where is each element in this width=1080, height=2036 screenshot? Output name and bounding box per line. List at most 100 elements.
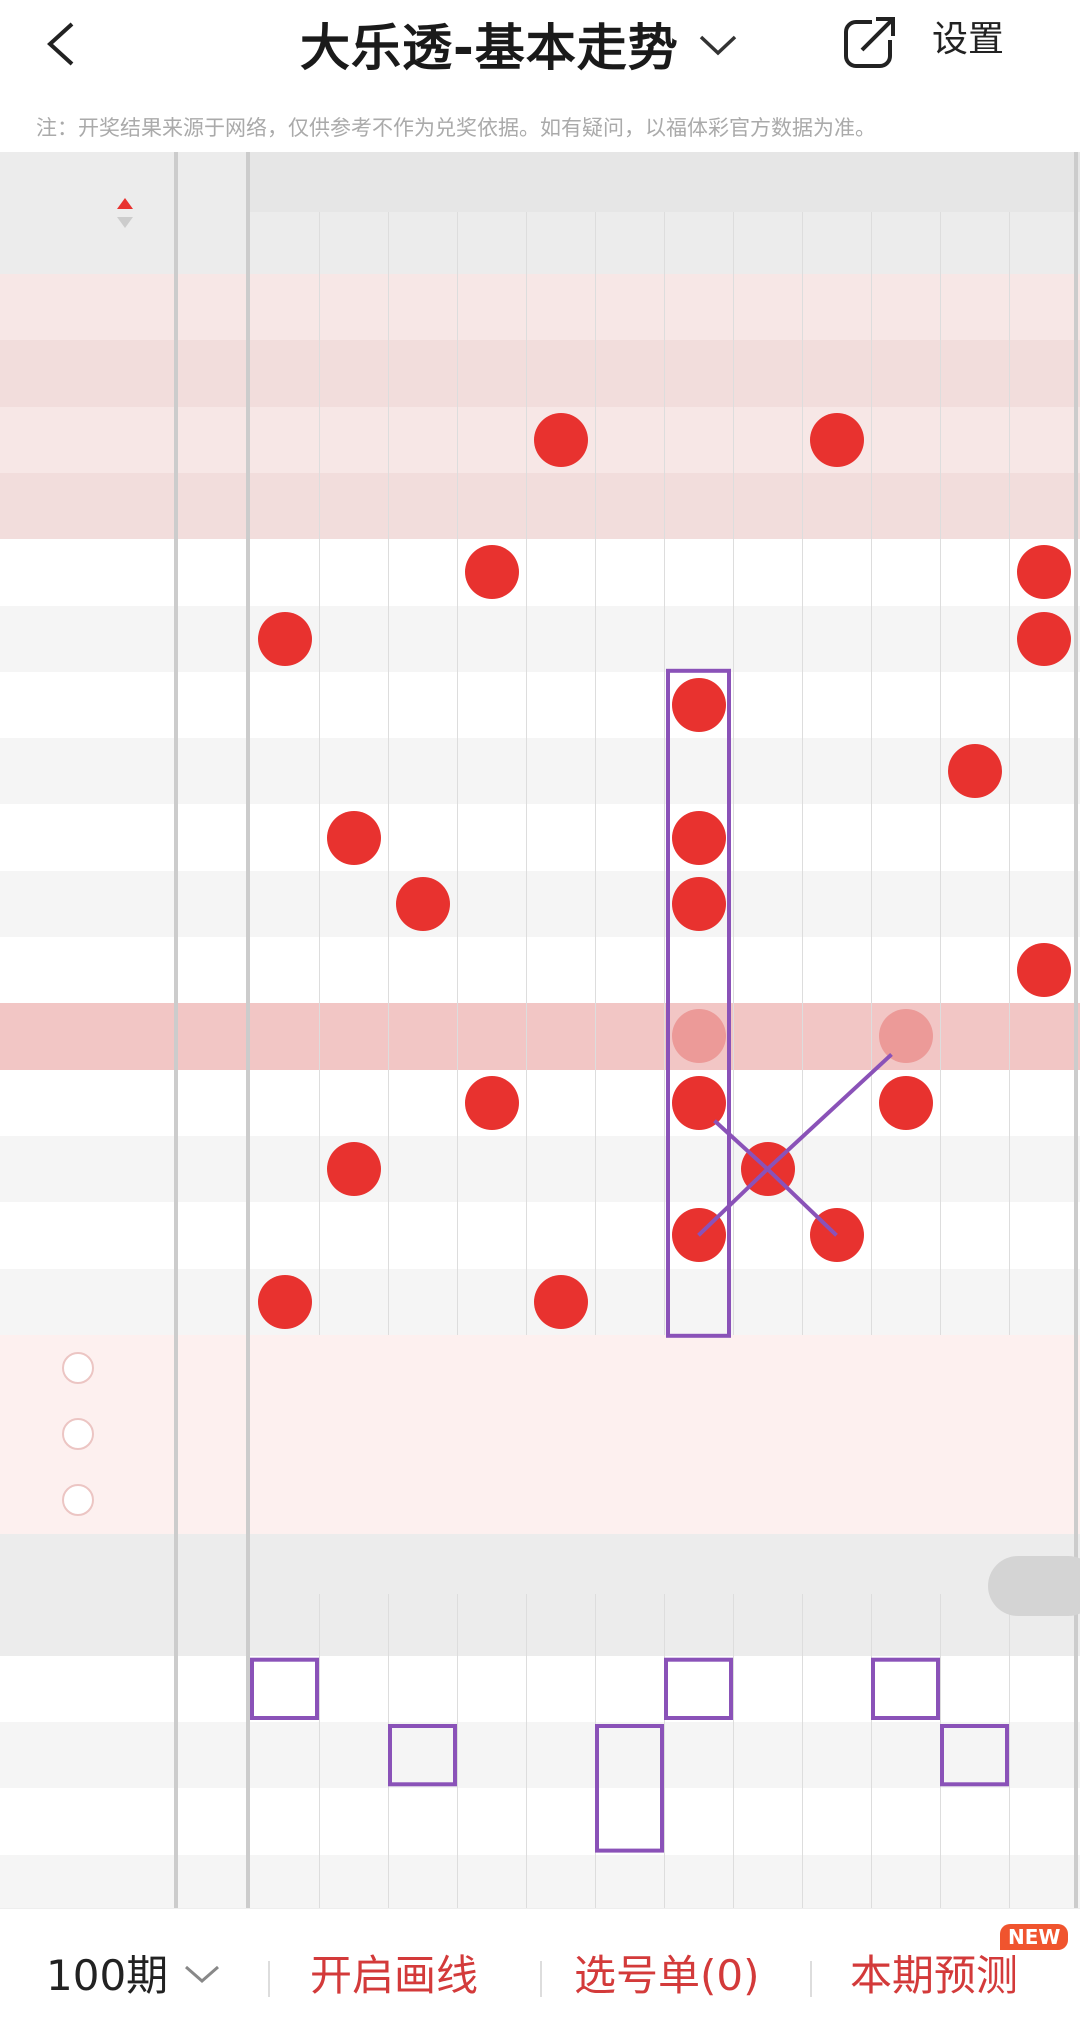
pick-number[interactable] <box>388 1401 457 1467</box>
miss-count-cell <box>1009 1202 1078 1268</box>
miss-count-cell <box>664 473 733 539</box>
miss-count-cell <box>526 539 595 605</box>
pick-number[interactable] <box>595 1467 664 1533</box>
stats-column-header <box>664 1594 733 1656</box>
period-header[interactable] <box>20 180 130 246</box>
pick-radio[interactable] <box>62 1418 94 1451</box>
miss-count-cell <box>388 340 457 406</box>
stats-column-header <box>319 1594 388 1656</box>
miss-count-cell <box>319 606 388 672</box>
miss-count-cell <box>733 407 802 473</box>
miss-count-cell <box>250 407 319 473</box>
weekday-cell <box>178 340 248 406</box>
miss-count-cell <box>940 672 1009 738</box>
miss-count-cell <box>733 473 802 539</box>
period-cell <box>0 672 176 738</box>
miss-count-cell <box>733 1003 802 1069</box>
sort-icon[interactable] <box>116 196 134 230</box>
chevron-down-icon <box>185 1965 220 1983</box>
pick-number[interactable] <box>319 1467 388 1533</box>
pick-number[interactable] <box>457 1467 526 1533</box>
pick-number[interactable] <box>664 1467 733 1533</box>
pick-number[interactable] <box>940 1401 1009 1467</box>
pick-number[interactable] <box>319 1401 388 1467</box>
stats-value-cell <box>526 1788 595 1854</box>
miss-count-cell <box>388 473 457 539</box>
pick-number[interactable] <box>664 1335 733 1401</box>
toolbar-divider <box>540 1961 542 1997</box>
pick-number[interactable] <box>733 1335 802 1401</box>
pick-number[interactable] <box>664 1401 733 1467</box>
miss-count-cell <box>802 1269 871 1335</box>
miss-count-cell <box>733 738 802 804</box>
stats-value-cell <box>319 1722 388 1788</box>
miss-count-cell <box>871 871 940 937</box>
stats-row-dash <box>178 1788 248 1854</box>
hit-ball <box>1016 943 1071 998</box>
miss-count-cell <box>526 606 595 672</box>
pick-number[interactable] <box>388 1467 457 1533</box>
miss-count-cell <box>457 871 526 937</box>
pick-number[interactable] <box>388 1335 457 1401</box>
miss-count-cell <box>250 1070 319 1136</box>
miss-count-cell <box>733 1202 802 1268</box>
pick-number[interactable] <box>250 1335 319 1401</box>
miss-count-cell <box>595 274 664 340</box>
pick-radio[interactable] <box>62 1351 94 1384</box>
column-header <box>388 212 457 274</box>
pick-list-button[interactable]: 选号单(0) <box>574 1909 760 2036</box>
stats-value-cell <box>595 1656 664 1722</box>
pick-number[interactable] <box>595 1401 664 1467</box>
pick-number[interactable] <box>1009 1467 1078 1533</box>
miss-count-cell <box>940 871 1009 937</box>
expand-button[interactable] <box>988 1555 1080 1616</box>
miss-count-cell <box>1009 340 1078 406</box>
miss-count-cell <box>802 1070 871 1136</box>
hit-ball <box>809 1208 864 1263</box>
miss-count-cell <box>802 1136 871 1202</box>
predict-button[interactable]: 本期预测 <box>850 1909 1018 2036</box>
pick-number[interactable] <box>1009 1401 1078 1467</box>
pick-number[interactable] <box>871 1335 940 1401</box>
pick-number[interactable] <box>526 1335 595 1401</box>
miss-count-cell <box>319 672 388 738</box>
miss-count-cell <box>1009 1070 1078 1136</box>
hit-ball <box>464 1075 519 1130</box>
stats-value-cell <box>871 1656 940 1722</box>
pick-number[interactable] <box>871 1467 940 1533</box>
miss-count-cell <box>733 871 802 937</box>
pick-number[interactable] <box>250 1467 319 1533</box>
miss-count-cell <box>802 340 871 406</box>
pick-number[interactable] <box>319 1335 388 1401</box>
miss-count-cell <box>595 871 664 937</box>
stats-column-header <box>871 1594 940 1656</box>
hit-ball <box>809 412 864 467</box>
stats-column-header <box>733 1594 802 1656</box>
period-count-select[interactable]: 100期 <box>46 1909 222 2036</box>
pick-number[interactable] <box>595 1335 664 1401</box>
miss-count-cell <box>457 1003 526 1069</box>
pick-number[interactable] <box>457 1401 526 1467</box>
pick-number[interactable] <box>940 1335 1009 1401</box>
pick-number[interactable] <box>871 1401 940 1467</box>
miss-count-cell <box>319 473 388 539</box>
pick-number[interactable] <box>802 1467 871 1533</box>
pick-number[interactable] <box>526 1401 595 1467</box>
pick-number[interactable] <box>1009 1335 1078 1401</box>
miss-count-cell <box>802 606 871 672</box>
stats-column-header <box>250 1594 319 1656</box>
pick-number[interactable] <box>250 1401 319 1467</box>
pick-number[interactable] <box>733 1467 802 1533</box>
hit-ball <box>878 1075 933 1130</box>
stats-weekday-top <box>178 1534 248 1594</box>
pick-number[interactable] <box>457 1335 526 1401</box>
miss-count-cell <box>388 274 457 340</box>
pick-number[interactable] <box>802 1401 871 1467</box>
pick-number[interactable] <box>940 1467 1009 1533</box>
draw-line-button[interactable]: 开启画线 <box>310 1909 478 2036</box>
stats-row-label <box>0 1722 176 1788</box>
pick-number[interactable] <box>802 1335 871 1401</box>
pick-number[interactable] <box>733 1401 802 1467</box>
stats-value-cell <box>595 1722 664 1788</box>
pick-number[interactable] <box>526 1467 595 1533</box>
